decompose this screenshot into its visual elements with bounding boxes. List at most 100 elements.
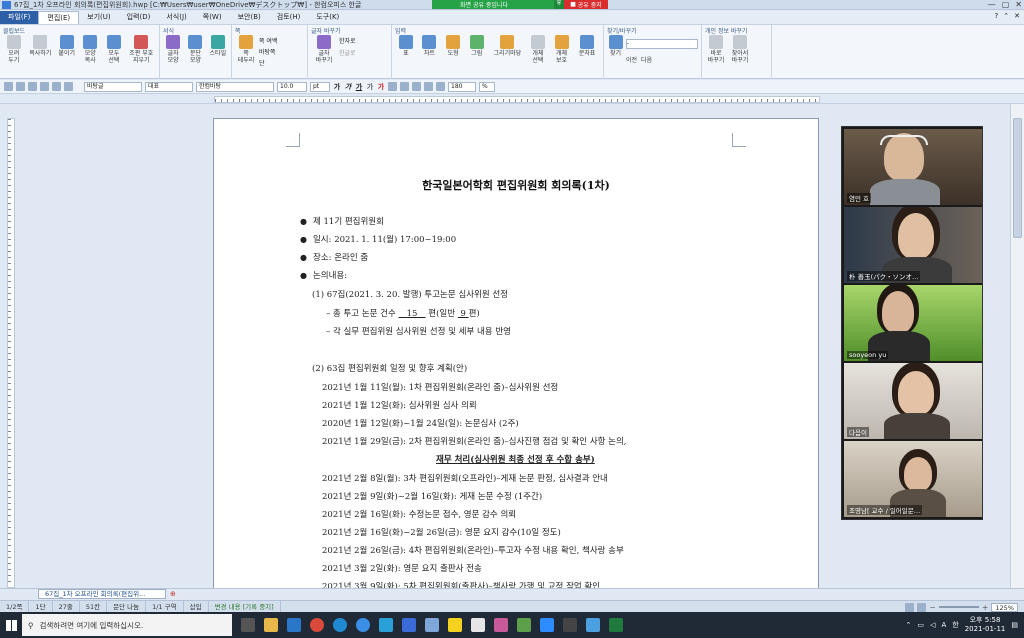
redo-icon[interactable] [64, 82, 73, 91]
network-icon[interactable]: ▭ [917, 621, 924, 629]
tray-ime[interactable]: 한 [952, 620, 958, 630]
zoom-level[interactable]: 125% [991, 602, 1018, 612]
align-left-icon[interactable] [400, 82, 409, 91]
maximize-button[interactable]: ▢ [1002, 0, 1010, 10]
language-select[interactable]: 대표 [145, 81, 193, 92]
object-select-button[interactable]: 개체 선택 [527, 35, 549, 64]
select-all-button[interactable]: 모두 선택 [103, 35, 125, 64]
participant-tile-3[interactable]: sooyeon yu [844, 285, 982, 361]
menu-tools[interactable]: 도구(K) [308, 11, 347, 24]
vertical-scrollbar[interactable] [1010, 104, 1024, 588]
horizontal-ruler[interactable] [0, 95, 1024, 104]
align-justify-icon[interactable] [388, 82, 397, 91]
find-prev-button[interactable]: 이전 [626, 55, 637, 64]
tray-chevron-icon[interactable]: ⌃ [906, 621, 912, 629]
menu-page[interactable]: 쪽(W) [195, 11, 230, 24]
status-insert-mode[interactable]: 삽입 [184, 600, 209, 613]
align-right-icon[interactable] [424, 82, 433, 91]
menu-insert[interactable]: 입력(D) [119, 11, 159, 24]
menu-security[interactable]: 보안(B) [230, 11, 269, 24]
font-select[interactable]: 한컴바탕 [196, 81, 274, 92]
share-shield-icon[interactable]: ⛨ [554, 0, 564, 9]
participant-tile-4[interactable]: 다음이 [844, 363, 982, 439]
strike-button[interactable]: 가 [366, 82, 374, 92]
size-unit-select[interactable]: pt [310, 81, 330, 92]
participant-tile-2[interactable]: 朴 善玉(パク・ソンオ… [844, 207, 982, 283]
cut-button[interactable]: 오려 두기 [3, 35, 25, 64]
mail-icon[interactable] [287, 618, 301, 632]
collapse-ribbon-icon[interactable]: ⌃ [1003, 12, 1009, 20]
close-button[interactable]: ✕ [1015, 0, 1022, 10]
drawing-gallery-button[interactable]: 그리기마당 [490, 35, 525, 64]
start-button[interactable] [0, 612, 22, 638]
menu-view[interactable]: 보기(U) [79, 11, 118, 24]
paste-button[interactable]: 붙이기 [56, 35, 78, 64]
to-hanja-button[interactable]: 한자로 [339, 36, 356, 45]
tray-lang[interactable]: A [941, 621, 946, 629]
save-icon[interactable] [28, 82, 37, 91]
master-page-button[interactable]: 바탕쪽 [259, 47, 277, 56]
add-tab-icon[interactable]: ⊕ [170, 590, 176, 598]
open-icon[interactable] [16, 82, 25, 91]
quick-replace-button[interactable]: 바로 바꾸기 [705, 35, 727, 64]
taskbar-search[interactable]: ⚲ 검색하려면 여기에 입력하십시오. [22, 614, 232, 636]
page-border-button[interactable]: 쪽 테두리 [235, 35, 257, 67]
vertical-ruler[interactable] [7, 118, 15, 588]
undo-icon[interactable] [52, 82, 61, 91]
app-icon[interactable] [517, 618, 531, 632]
symbol-button[interactable]: 문자표 [574, 35, 600, 64]
hwp-taskbar-icon[interactable] [425, 618, 439, 632]
zoom-in-icon[interactable]: ＋ [982, 602, 989, 612]
photos-icon[interactable] [586, 618, 600, 632]
new-doc-icon[interactable] [4, 82, 13, 91]
format-painter-button[interactable]: 모양 복사 [80, 35, 102, 64]
notification-icon[interactable]: ▤ [1011, 621, 1018, 629]
store-icon[interactable] [379, 618, 393, 632]
menu-file[interactable]: 파일(F) [0, 11, 39, 24]
camera-icon[interactable] [563, 618, 577, 632]
notepad-icon[interactable] [471, 618, 485, 632]
para-shape-button[interactable]: 문단 모양 [185, 35, 205, 64]
char-convert-button[interactable]: 글자 바꾸기 [311, 35, 337, 64]
page-margin-button[interactable]: 쪽 여백 [259, 36, 277, 45]
align-center-icon[interactable] [412, 82, 421, 91]
stop-share-button[interactable]: ■ 공유 중지 [564, 0, 608, 9]
line-spacing-unit[interactable]: % [479, 81, 495, 92]
find-button[interactable]: 찾기 [607, 35, 624, 64]
underline-button[interactable]: 가 [355, 82, 363, 92]
clock[interactable]: 오후 5:58 2021-01-11 [965, 616, 1006, 634]
file-explorer-icon[interactable] [264, 618, 278, 632]
columns-button[interactable]: 단 [259, 58, 277, 67]
edge-icon[interactable] [333, 618, 347, 632]
kakaotalk-icon[interactable] [448, 618, 462, 632]
picture-button[interactable]: 그림 [466, 35, 488, 64]
document-page[interactable]: 한국일본어학회 편집위원회 회의록(1차) ● 제 11기 편집위원회 ● 일시: … [213, 118, 819, 588]
find-dropdown[interactable]: - [626, 39, 698, 49]
find-next-button[interactable]: 다음 [641, 55, 652, 64]
chrome-icon[interactable] [310, 618, 324, 632]
status-page[interactable]: 1/2쪽 [0, 600, 30, 613]
line-spacing-input[interactable]: 180 [448, 81, 476, 92]
scroll-thumb[interactable] [1013, 118, 1022, 238]
zoom-out-icon[interactable]: － [929, 602, 936, 612]
char-shape-button[interactable]: 글자 모양 [163, 35, 183, 64]
zoom-slider[interactable] [938, 606, 979, 608]
minimize-button[interactable]: — [988, 0, 996, 10]
ie-icon[interactable] [356, 618, 370, 632]
italic-button[interactable]: 가 [344, 82, 352, 92]
task-view-icon[interactable] [241, 618, 255, 632]
font-size-input[interactable]: 10.0 [277, 81, 307, 92]
close-doc-icon[interactable]: ✕ [1014, 12, 1020, 20]
style-select[interactable]: 바탕글 [84, 81, 142, 92]
object-protect-button[interactable]: 개체 보호 [551, 35, 573, 64]
line-spacing-icon[interactable] [436, 82, 445, 91]
table-button[interactable]: 표 [395, 35, 417, 64]
volume-icon[interactable]: ◁ [930, 621, 935, 629]
view-normal-icon[interactable] [905, 602, 915, 612]
clear-marks-button[interactable]: 조판 부호 지우기 [127, 35, 156, 64]
font-color-button[interactable]: 가 [377, 82, 385, 92]
print-icon[interactable] [40, 82, 49, 91]
find-replace-button[interactable]: 찾아서 바꾸기 [729, 35, 751, 64]
participant-tile-1[interactable]: 염민 호 [844, 129, 982, 205]
copy-button[interactable]: 복사하기 [27, 35, 54, 64]
